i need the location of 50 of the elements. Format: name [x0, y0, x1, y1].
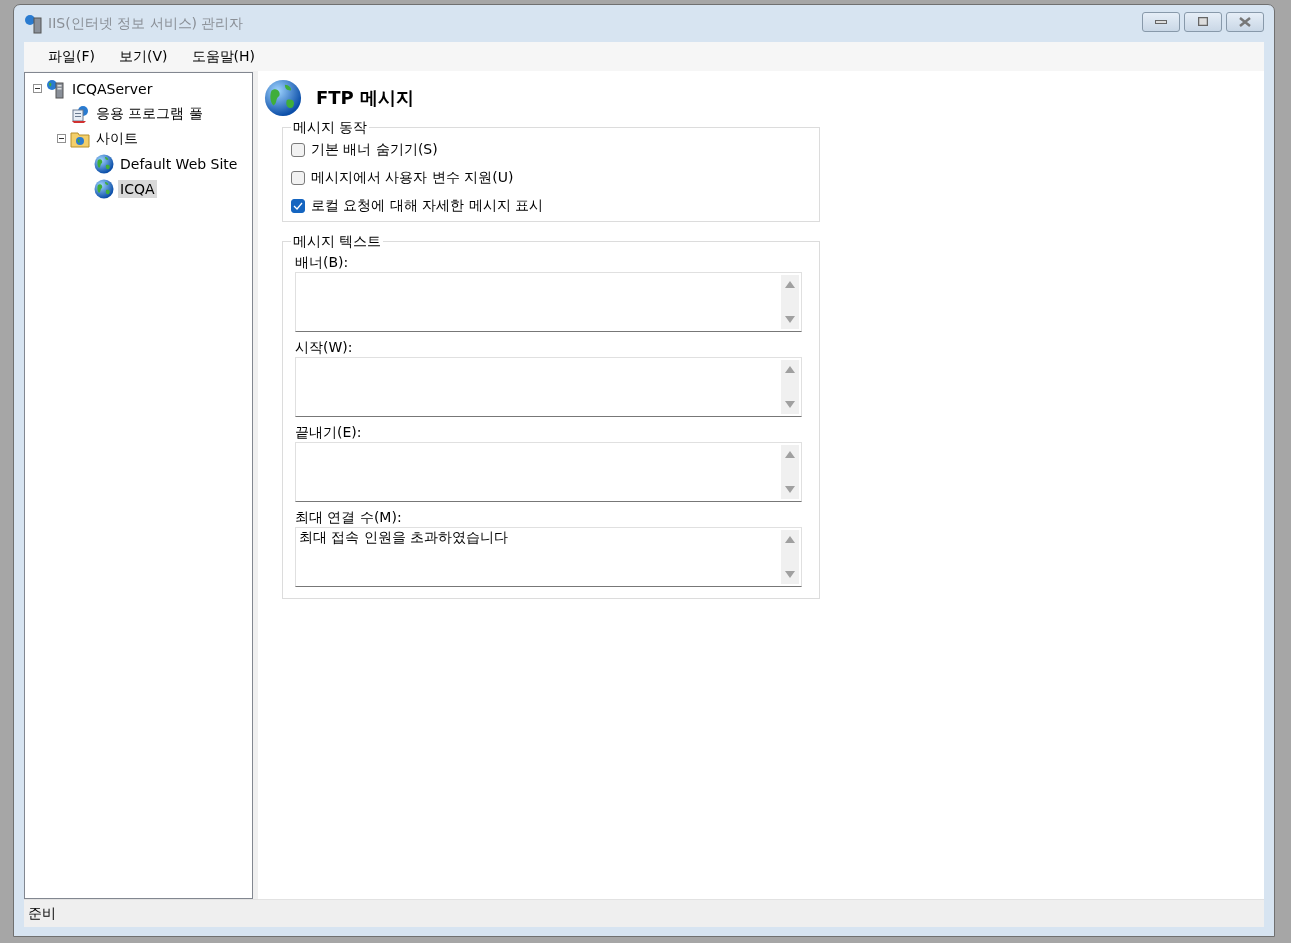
server-globe-icon	[24, 13, 44, 34]
scroll-up-icon[interactable]	[785, 536, 795, 543]
app-pool-icon	[70, 103, 90, 124]
scroll-up-icon[interactable]	[785, 281, 795, 288]
folder-icon	[70, 129, 90, 148]
menu-item[interactable]: 보기(V)	[107, 47, 180, 66]
close-icon	[1239, 16, 1251, 27]
scroll-up-icon[interactable]	[785, 366, 795, 373]
checkbox[interactable]	[291, 143, 305, 157]
field-label: 배너(B):	[295, 253, 350, 272]
collapse-toggle[interactable]	[57, 134, 66, 143]
minimize-button[interactable]	[1142, 11, 1180, 32]
tree-item[interactable]: 응용 프로그램 풀	[94, 103, 205, 124]
maximize-icon	[1198, 17, 1208, 26]
tree-item[interactable]: ICQA	[118, 179, 157, 198]
checkbox-option[interactable]: 로컬 요청에 대해 자세한 메시지 표시	[291, 197, 811, 215]
group-legend: 메시지 동작	[291, 118, 370, 136]
minimize-icon	[1155, 19, 1167, 24]
menu-item[interactable]: 도움말(H)	[179, 47, 267, 66]
text-area[interactable]	[295, 442, 802, 502]
text-area[interactable]	[295, 272, 802, 332]
field-label: 시작(W):	[295, 338, 354, 357]
checkbox[interactable]	[291, 171, 305, 185]
scroll-down-icon[interactable]	[785, 486, 795, 493]
globe-icon	[94, 178, 114, 199]
field-label: 최대 연결 수(M):	[295, 508, 403, 527]
page-title: FTP 메시지	[316, 86, 415, 110]
field-label: 끝내기(E):	[295, 423, 363, 442]
collapse-toggle[interactable]	[33, 84, 42, 93]
tree-item[interactable]: Default Web Site	[118, 154, 240, 173]
group-legend: 메시지 텍스트	[291, 232, 384, 250]
checkbox-option[interactable]: 기본 배너 숨기기(S)	[291, 141, 811, 159]
globe-icon	[264, 79, 302, 117]
checkbox[interactable]	[291, 199, 305, 213]
status-text: 준비	[28, 904, 56, 923]
checkbox-option[interactable]: 메시지에서 사용자 변수 지원(U)	[291, 169, 811, 187]
tree-item[interactable]: ICQAServer	[70, 79, 155, 98]
menu-item[interactable]: 파일(F)	[36, 47, 107, 66]
scroll-down-icon[interactable]	[785, 316, 795, 323]
tree-item[interactable]: 사이트	[94, 128, 140, 149]
server-globe-icon	[46, 78, 66, 99]
maximize-button[interactable]	[1184, 11, 1222, 32]
scroll-up-icon[interactable]	[785, 451, 795, 458]
close-button[interactable]	[1226, 11, 1264, 32]
globe-icon	[94, 153, 114, 174]
window-title: IIS(인터넷 정보 서비스) 관리자	[48, 14, 245, 33]
text-area[interactable]	[295, 357, 802, 417]
scroll-down-icon[interactable]	[785, 401, 795, 408]
text-area[interactable]: 최대 접속 인원을 초과하였습니다	[295, 527, 802, 587]
scroll-down-icon[interactable]	[785, 571, 795, 578]
